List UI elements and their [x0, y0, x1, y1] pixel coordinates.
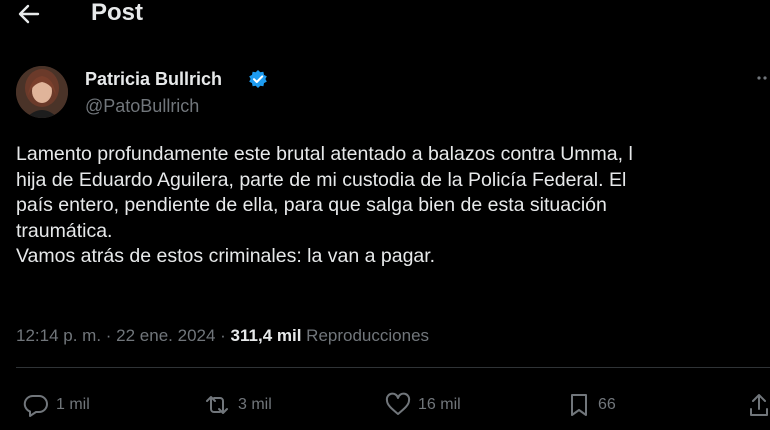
reply-button[interactable]: 1 mil	[22, 392, 90, 418]
tweet-line: hija de Eduardo Aguilera, parte de mi cu…	[16, 168, 627, 191]
avatar-image	[16, 66, 68, 118]
author-name[interactable]: Patricia Bullrich	[85, 67, 222, 91]
repost-icon	[206, 396, 228, 414]
bookmark-icon	[571, 394, 587, 416]
tweet-line: traumática.	[16, 219, 113, 242]
bookmark-button[interactable]: 66	[566, 392, 616, 418]
share-icon	[750, 394, 768, 416]
post-date[interactable]: 22 ene. 2024	[116, 326, 215, 345]
like-button[interactable]: 16 mil	[384, 392, 461, 418]
tweet-line: Vamos atrás de estos criminales: la van …	[16, 245, 436, 267]
page-title: Post	[91, 0, 144, 26]
author-handle[interactable]: @PatoBullrich	[85, 94, 199, 118]
top-bar: Post	[0, 0, 770, 30]
repost-count: 3 mil	[238, 396, 272, 413]
meta-separator: ·	[101, 326, 117, 345]
arrow-left-icon	[18, 4, 40, 24]
tweet-meta: 12:14 p. m. · 22 ene. 2024 · 311,4 mil R…	[16, 324, 429, 348]
verified-badge-icon	[248, 69, 268, 89]
share-button[interactable]	[748, 392, 770, 418]
bookmark-count: 66	[598, 396, 616, 413]
back-button[interactable]	[14, 0, 44, 28]
tweet-text: Lamento profundamente este brutal atenta…	[16, 142, 770, 270]
meta-separator: ·	[215, 326, 231, 345]
reply-count: 1 mil	[56, 396, 90, 413]
avatar[interactable]	[16, 66, 68, 118]
view-count: 311,4 mil	[230, 326, 302, 345]
post-time[interactable]: 12:14 p. m.	[16, 326, 101, 345]
tweet-line: Lamento profundamente este brutal atenta…	[16, 143, 633, 165]
like-count: 16 mil	[418, 396, 461, 413]
reply-icon	[23, 394, 48, 417]
heart-icon	[385, 392, 411, 415]
views-label: Reproducciones	[306, 326, 430, 345]
more-options-button[interactable]	[756, 66, 770, 91]
divider	[16, 367, 770, 368]
repost-button[interactable]: 3 mil	[202, 392, 272, 418]
more-icon	[757, 76, 767, 80]
tweet-line: país entero, pendiente de ella, para que…	[16, 194, 607, 216]
